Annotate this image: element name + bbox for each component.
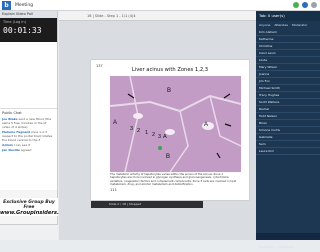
participant-row[interactable]: Laura Kim [256,148,320,155]
participant-row[interactable]: Brian [256,120,320,127]
right-panel: Tab: 0 user(s) Anyone Attendee Moderator… [256,11,320,249]
participant-row[interactable]: Linda [256,57,320,64]
main-tab[interactable]: 16 | Slide - Step 1 - 1/1 (4)4 [59,11,256,21]
app-title: Meeting [15,2,34,8]
participants-header: Tab: 0 user(s) [256,11,320,21]
slide-caption: The metabolic activity of hepatocytes va… [110,172,237,187]
zone-label-b-bottom: B [166,154,170,160]
participant-row[interactable]: Rachel [256,106,320,113]
panel-title: Explain Video Poll [0,11,57,18]
participant-row[interactable]: Sam [256,141,320,148]
zone-label-a-right: A [204,122,208,128]
user-icon[interactable] [311,2,317,8]
zone-label-3b: 3 [158,134,161,140]
zone-label-3: 3 [130,126,133,132]
app-logo: b [2,0,11,10]
participant-row[interactable]: Scott Wallace [256,99,320,106]
participants-list: Kim Alsharii Katherine Christine Carol Levi… [256,29,320,155]
status-icon[interactable] [293,2,299,8]
participant-row[interactable]: Tracy Hughes [256,92,320,99]
slide-toolbar[interactable]: Slide 2 / 18 | Stopped [91,201,203,208]
promo-banner: Exclusive Group Buy Free www.Groupinside… [0,198,72,216]
participant-row[interactable]: Katherine [256,36,320,43]
chat-panel: Public Chat Joe Blake sent a new Mood (t… [0,108,57,190]
settings-icon[interactable] [302,2,308,8]
tab-anyone[interactable]: Anyone [259,23,270,27]
participant-row[interactable]: Joanna [256,71,320,78]
participant-row[interactable]: Kim Alsharii [256,29,320,36]
zone-label-2: 2 [137,128,140,134]
promo-line-2: www.Groupinsiders.com [0,210,72,216]
video-area [0,42,57,108]
participant-row[interactable]: Gabrielle [256,134,320,141]
promo-line-1: Exclusive Group Buy Free [3,200,55,210]
chat-line: Admin I can see it [2,143,31,147]
chat-line: Melanie Fagnant zone 1-2-3 respect to th… [2,130,53,142]
participants-footer: Moderator · 4 Presenter [256,233,320,249]
slide-title: Liver acinus with Zones 1,2,3 [131,67,209,73]
chat-header: Public Chat [2,111,22,115]
zone-label-a-left: A [113,120,117,126]
top-icons [293,2,317,8]
participants-footer-label: Moderator · 4 Presenter [259,245,295,249]
participant-row[interactable]: Christine [256,43,320,50]
zone-label-1: 1 [145,130,148,136]
zone-label-a-mid: A [163,134,167,140]
chat-line: Joe Blake sent a new Mood (the same 5 fr… [2,117,52,129]
tab-attendee[interactable]: Attendee [274,23,288,27]
timer-box: Time (Log in) 00:01:33 [0,18,57,42]
top-bar: b Meeting [0,0,320,11]
tab-moderator[interactable]: Moderator [292,23,308,27]
user-strip [0,224,58,240]
timer-value: 00:01:33 [3,26,42,35]
slide: 137 Liver acinus with Zones 1,2,3 B B A … [91,60,249,200]
participant-row[interactable]: Simone Curtis [256,127,320,134]
chat-line: Jan Neville agreed [2,148,32,152]
slide-bottom-number: 111 [110,188,117,192]
participant-row[interactable]: Michael Smith [256,85,320,92]
participant-row[interactable]: Mary Wilson [256,64,320,71]
participant-row[interactable]: Jim Fox [256,78,320,85]
histology-image: B B A A 3 2 1 2 3 A [110,76,241,172]
participant-row[interactable]: Carol Levin [256,50,320,57]
zone-label-b-top: B [167,88,171,94]
zone-label-2b: 2 [152,132,155,138]
timer-label: Time (Log in) [3,20,26,24]
participant-row[interactable]: Todd Nelson [256,113,320,120]
participants-tabs: Anyone Attendee Moderator [256,21,320,29]
